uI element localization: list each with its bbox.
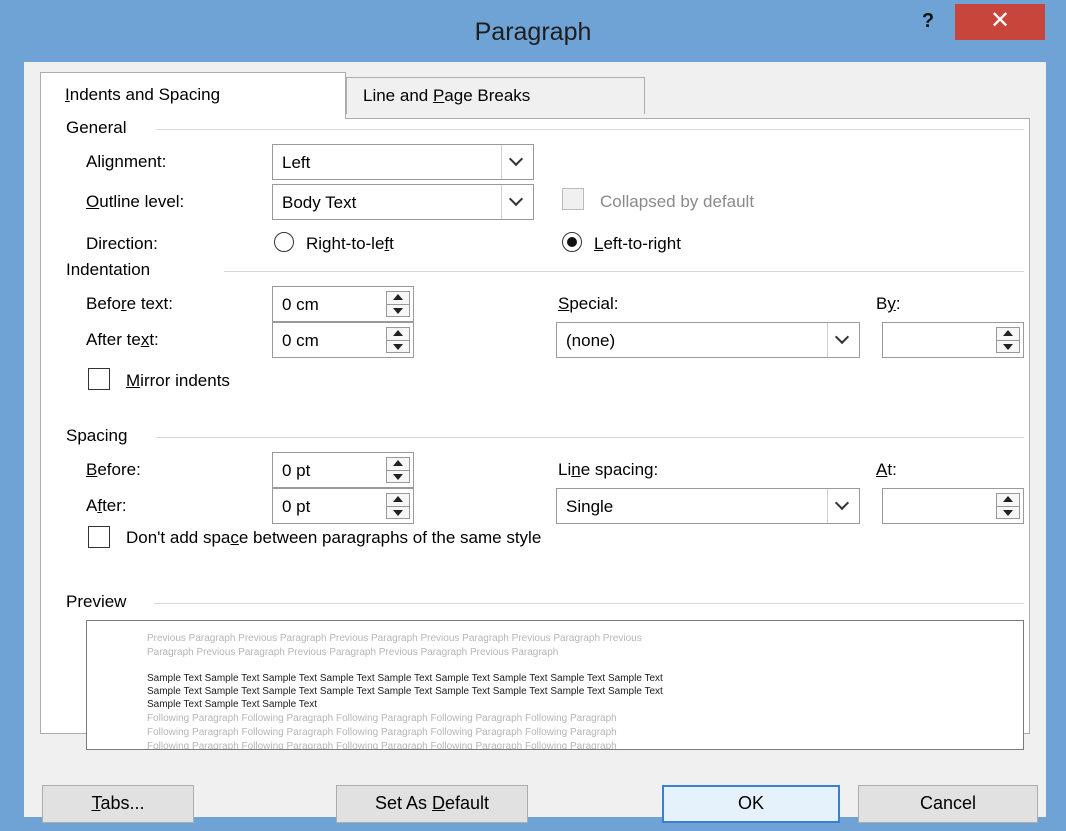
- preview-previous-line: Paragraph Previous Paragraph Previous Pa…: [147, 647, 559, 658]
- collapsed-by-default-checkbox[interactable]: [562, 188, 584, 210]
- ok-button[interactable]: OK: [662, 785, 840, 823]
- preview-sample-line: Sample Text Sample Text Sample Text: [147, 699, 318, 710]
- line-spacing-select[interactable]: Single: [556, 488, 860, 524]
- preview-sample-line: Sample Text Sample Text Sample Text Samp…: [147, 673, 663, 684]
- indentation-divider: [224, 271, 1024, 272]
- close-button[interactable]: ✕: [955, 4, 1045, 40]
- paragraph-preview: Previous Paragraph Previous Paragraph Pr…: [86, 620, 1024, 750]
- spin-arrows-icon[interactable]: [386, 493, 410, 519]
- preview-following-line: Following Paragraph Following Paragraph …: [147, 713, 617, 724]
- special-select[interactable]: (none): [556, 322, 860, 358]
- after-text-spinner[interactable]: 0 cm: [272, 322, 414, 358]
- by-spinner[interactable]: [882, 322, 1024, 358]
- preview-previous-line: Previous Paragraph Previous Paragraph Pr…: [147, 633, 642, 644]
- spin-arrows-icon[interactable]: [386, 291, 410, 317]
- mirror-indents-label[interactable]: Mirror indents: [126, 371, 230, 391]
- chevron-down-icon[interactable]: [501, 185, 533, 219]
- help-button[interactable]: ?: [908, 6, 948, 36]
- left-to-right-radio[interactable]: [562, 232, 582, 252]
- preview-following-line: Following Paragraph Following Paragraph …: [147, 741, 617, 750]
- chevron-down-icon[interactable]: [827, 489, 859, 523]
- special-value: (none): [566, 331, 616, 350]
- outline-level-value: Body Text: [282, 193, 357, 212]
- special-label: Special:: [558, 294, 619, 313]
- spin-arrows-icon[interactable]: [386, 457, 410, 483]
- preview-divider: [154, 603, 1024, 604]
- title-bar[interactable]: Paragraph ? ✕: [4, 4, 1062, 62]
- set-as-default-button[interactable]: Set As Default: [336, 785, 528, 823]
- radio-selected-dot: [567, 237, 577, 247]
- direction-label: Direction:: [86, 234, 158, 253]
- line-spacing-label: Line spacing:: [558, 460, 659, 479]
- chevron-down-icon[interactable]: [501, 145, 533, 179]
- by-label: By:: [876, 294, 901, 313]
- dont-add-space-checkbox[interactable]: [88, 526, 110, 548]
- spacing-before-spinner[interactable]: 0 pt: [272, 452, 414, 488]
- right-to-left-label[interactable]: Right-to-left: [306, 234, 394, 254]
- before-text-label: Before text:: [86, 294, 173, 313]
- paragraph-dialog: Paragraph ? ✕ Indents and Spacing Line a…: [0, 0, 1066, 831]
- tab-indents-and-spacing[interactable]: Indents and Spacing: [40, 72, 346, 119]
- line-spacing-value: Single: [566, 497, 614, 516]
- tabs-button[interactable]: Tabs...: [42, 785, 194, 823]
- spin-arrows-icon[interactable]: [386, 327, 410, 353]
- general-header: General: [66, 118, 127, 137]
- at-spinner[interactable]: [882, 488, 1024, 524]
- before-text-spinner[interactable]: 0 cm: [272, 286, 414, 322]
- dont-add-space-label[interactable]: Don't add space between paragraphs of th…: [126, 528, 541, 548]
- chevron-down-icon[interactable]: [827, 323, 859, 357]
- left-to-right-label[interactable]: Left-to-right: [594, 234, 681, 254]
- spin-arrows-icon[interactable]: [996, 327, 1020, 353]
- cancel-button[interactable]: Cancel: [858, 785, 1038, 823]
- spacing-after-value: 0 pt: [282, 497, 311, 516]
- spacing-before-label: Before:: [86, 460, 141, 479]
- preview-following-line: Following Paragraph Following Paragraph …: [147, 727, 617, 738]
- after-text-value: 0 cm: [282, 331, 319, 350]
- after-text-label: After text:: [86, 330, 159, 349]
- preview-header: Preview: [66, 592, 127, 611]
- right-to-left-radio[interactable]: [274, 232, 294, 252]
- alignment-label: Alignment:: [86, 152, 167, 171]
- before-text-value: 0 cm: [282, 295, 319, 314]
- spacing-after-spinner[interactable]: 0 pt: [272, 488, 414, 524]
- spacing-before-value: 0 pt: [282, 461, 311, 480]
- spacing-divider: [156, 437, 1024, 438]
- dialog-title: Paragraph: [474, 18, 592, 46]
- tab-line-and-page-breaks[interactable]: Line and Page Breaks: [346, 77, 645, 114]
- alignment-value: Left: [282, 153, 311, 172]
- at-label: At:: [876, 460, 897, 479]
- general-divider: [156, 129, 1024, 130]
- spacing-header: Spacing: [66, 426, 128, 445]
- outline-level-label: Outline level:: [86, 192, 185, 211]
- preview-sample-line: Sample Text Sample Text Sample Text Samp…: [147, 686, 663, 697]
- dialog-client-area: Indents and Spacing Line and Page Breaks…: [24, 62, 1046, 823]
- indentation-header: Indentation: [66, 260, 151, 279]
- mirror-indents-checkbox[interactable]: [88, 368, 110, 390]
- alignment-select[interactable]: Left: [272, 144, 534, 180]
- spin-arrows-icon[interactable]: [996, 493, 1020, 519]
- outline-level-select[interactable]: Body Text: [272, 184, 534, 220]
- collapsed-by-default-label: Collapsed by default: [600, 192, 755, 211]
- spacing-after-label: After:: [86, 496, 127, 515]
